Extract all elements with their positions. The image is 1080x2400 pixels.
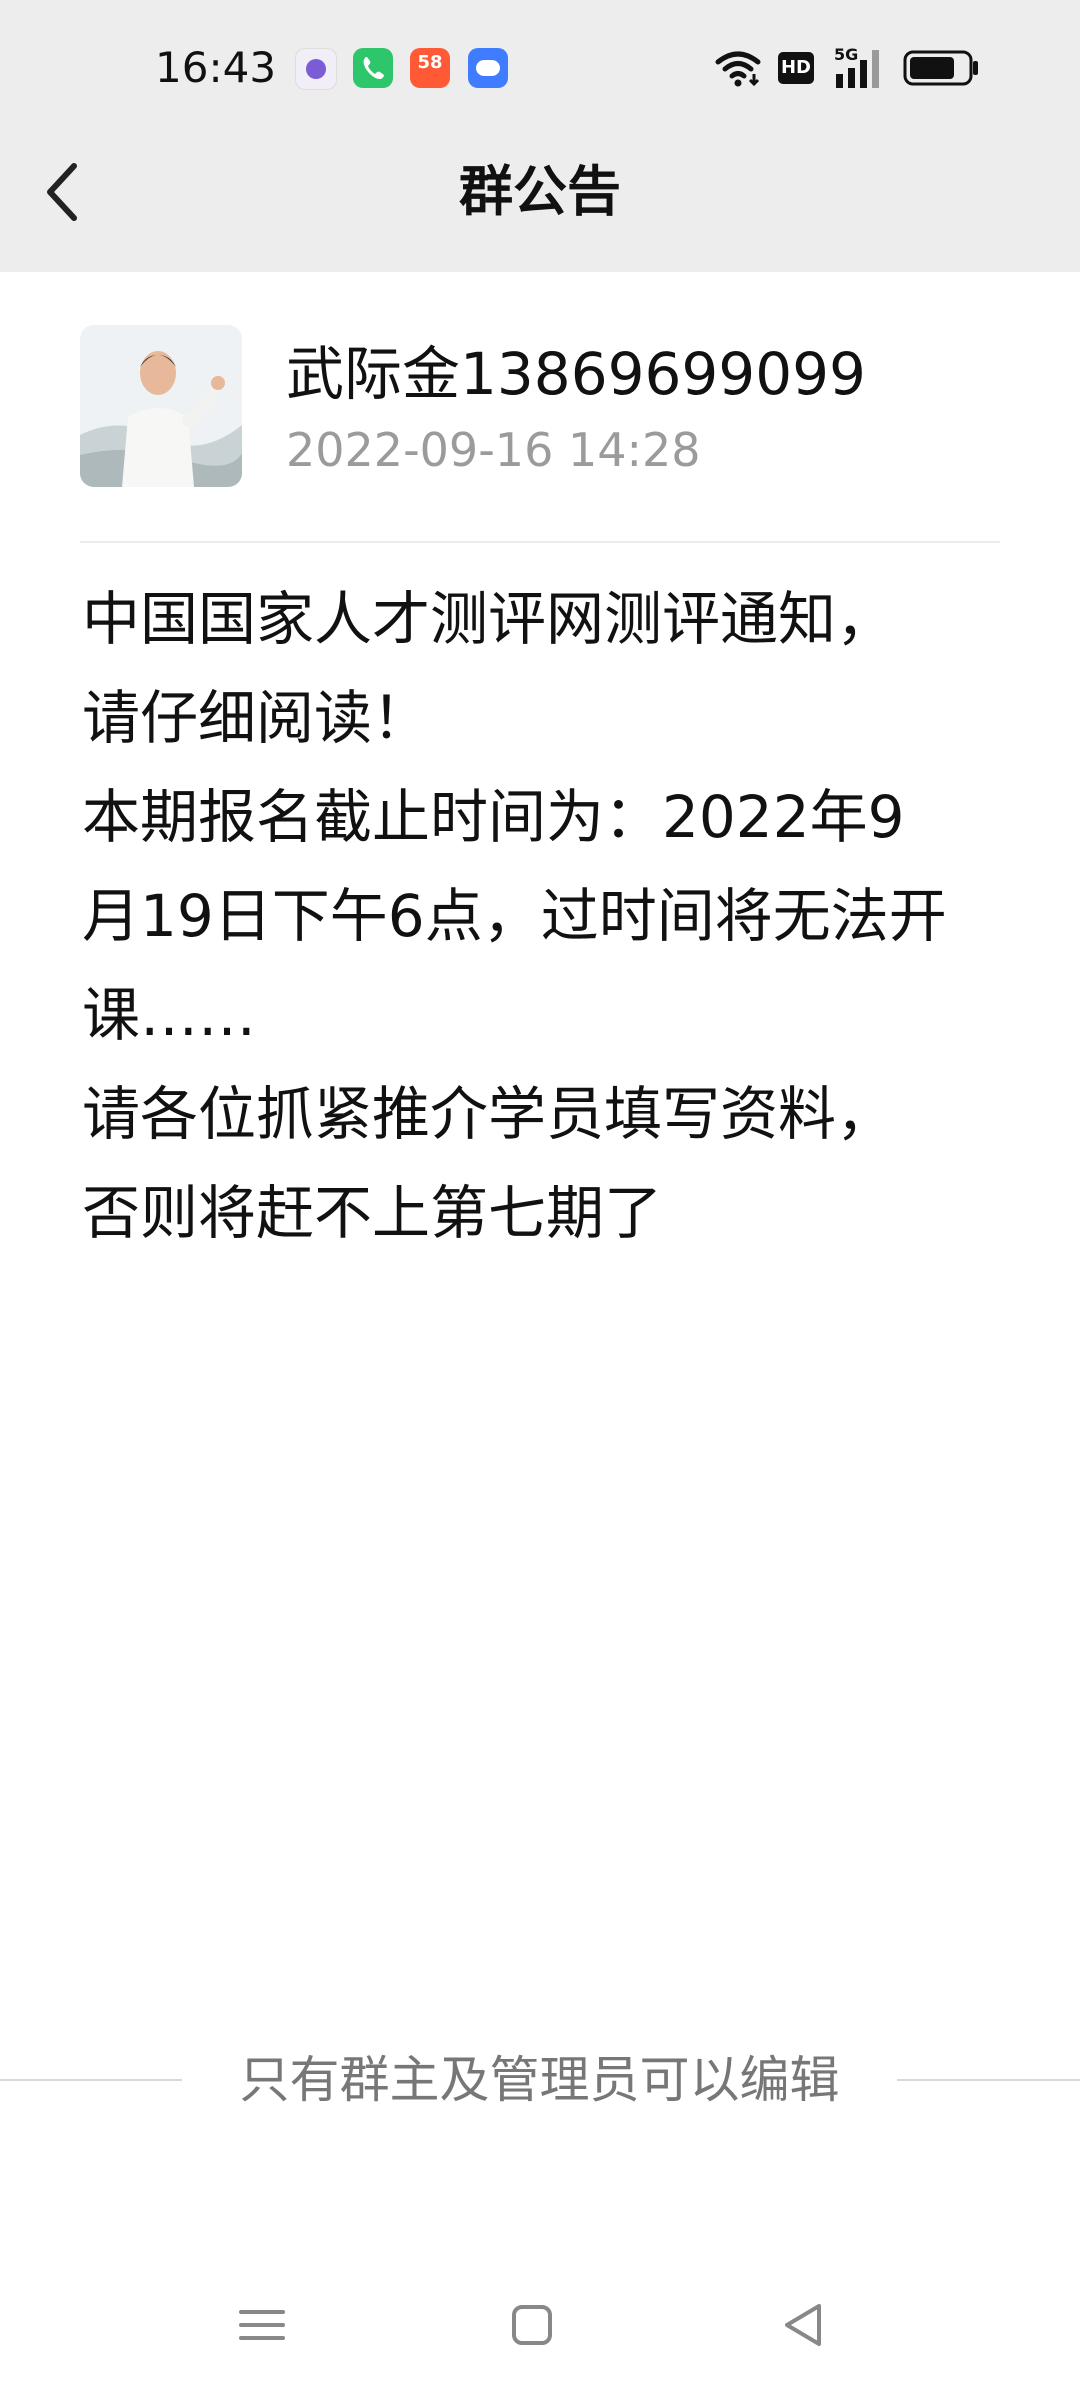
announcement-content: 中国国家人才测评网测评通知， 请仔细阅读！ 本期报名截止时间为：2022年9 月…	[82, 570, 1002, 1263]
avatar[interactable]	[80, 325, 242, 487]
announcement-line: 请各位抓紧推介学员填写资料，	[82, 1080, 895, 1148]
status-time: 16:43	[155, 43, 277, 92]
hd-icon: HD	[778, 52, 814, 84]
author-name[interactable]: 武际金13869699099	[286, 335, 866, 413]
footer-divider-left	[0, 2079, 182, 2081]
post-time: 2022-09-16 14:28	[286, 423, 701, 477]
footer-divider-right	[897, 2079, 1080, 2081]
phone-app-icon	[353, 48, 393, 88]
58-app-icon	[410, 48, 450, 88]
announcement-line: 请仔细阅读！	[82, 684, 431, 752]
page-title: 群公告	[459, 160, 621, 223]
edit-permission-note: 只有群主及管理员可以编辑	[0, 2040, 1080, 2120]
footer-note: 只有群主及管理员可以编辑	[239, 2051, 840, 2109]
battery-icon	[903, 50, 981, 86]
menu-icon[interactable]	[227, 2290, 297, 2360]
cloud-app-icon	[468, 48, 508, 88]
announcement-line: 否则将赶不上第七期了	[82, 1179, 663, 1247]
announcement-line: 月19日下午6点，过时间将无法开	[82, 882, 947, 950]
header: 16:43 HD 5G	[0, 0, 1080, 272]
announcement-line: 课……	[82, 981, 257, 1049]
system-navigation-bar	[0, 2270, 1080, 2380]
announcement-line: 中国国家人才测评网测评通知，	[82, 585, 895, 653]
home-icon[interactable]	[497, 2290, 567, 2360]
status-bar: 16:43 HD 5G	[0, 0, 1080, 136]
divider	[80, 541, 1000, 543]
wifi-icon	[713, 48, 763, 88]
svg-text:5G: 5G	[834, 45, 858, 64]
announcement-line: 本期报名截止时间为：2022年9	[82, 783, 905, 851]
5g-signal-icon: 5G	[832, 44, 888, 90]
back-icon[interactable]	[767, 2290, 837, 2360]
purple-app-icon	[295, 48, 337, 90]
